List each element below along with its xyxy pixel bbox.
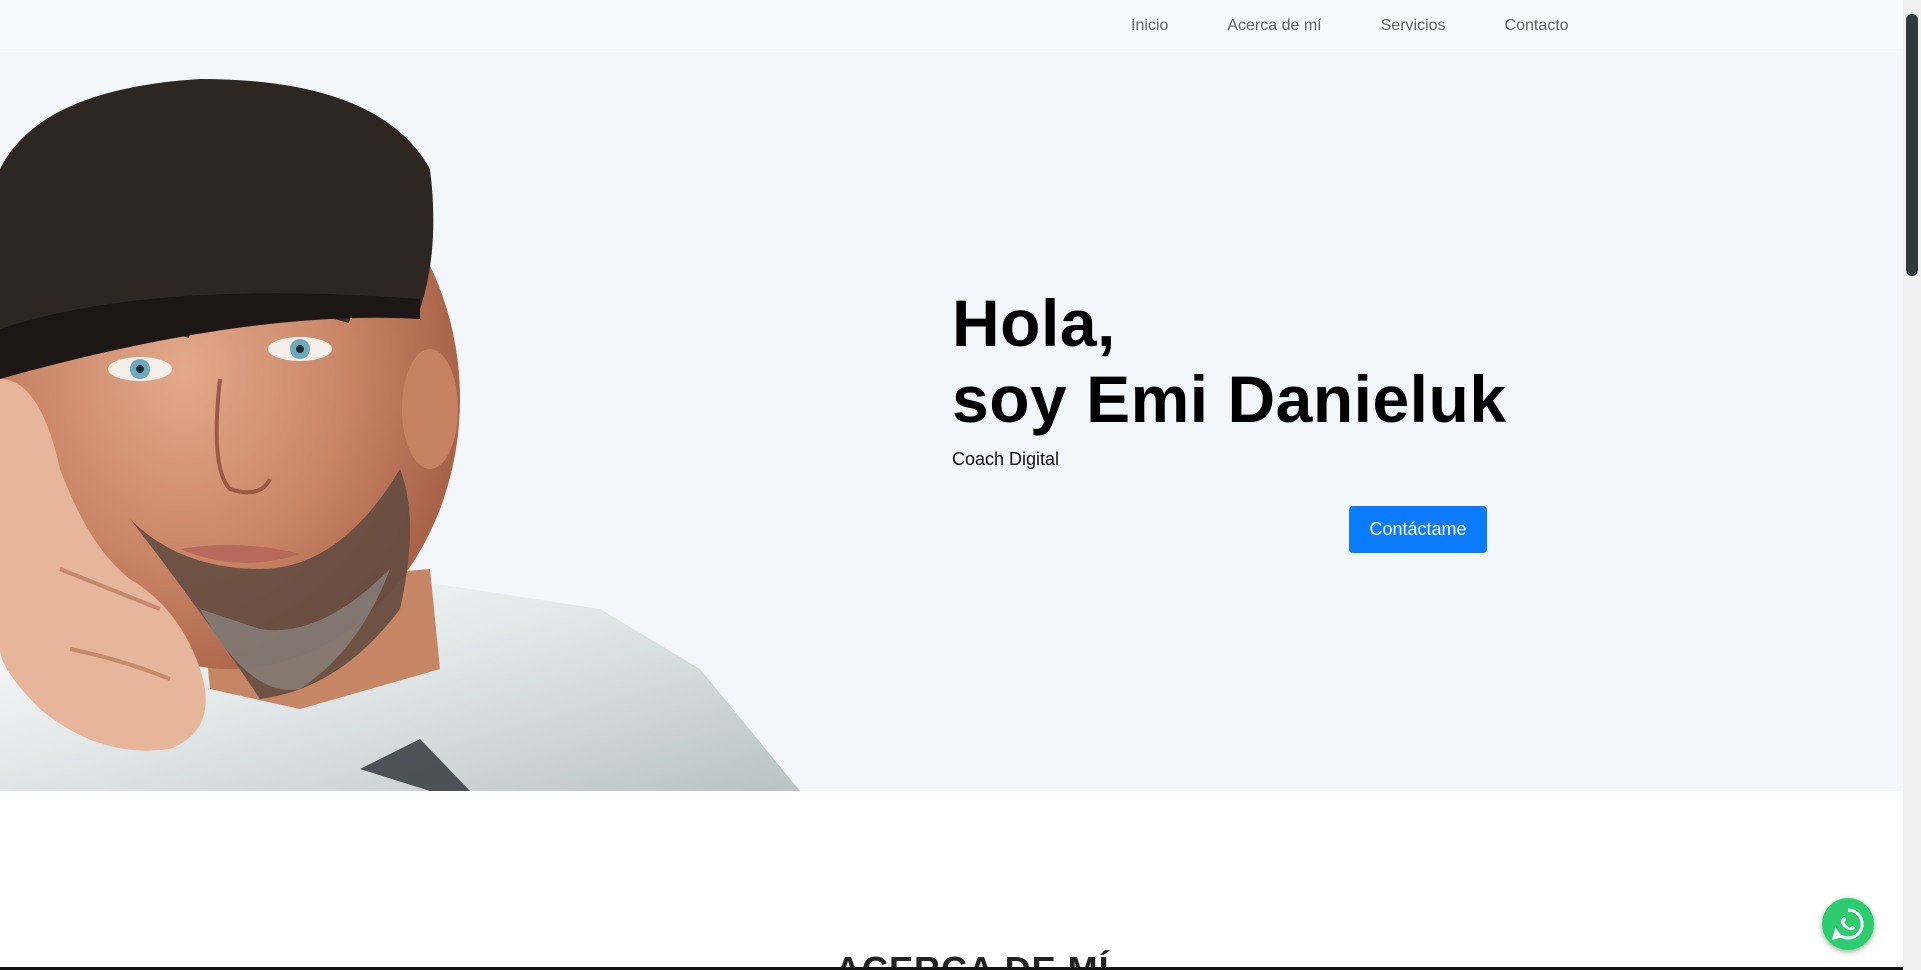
hero-greeting-line2: soy Emi Danieluk [952,362,1507,436]
nav-link-inicio[interactable]: Inicio [1131,17,1168,35]
hero-text: Hola, soy Emi Danieluk Coach Digital [952,285,1512,470]
hero-section: Hola, soy Emi Danieluk Coach Digital [0,49,1903,791]
about-section: ACERCA DE MÍ [0,791,1903,970]
page: Inicio Acerca de mí Servicios Contacto H… [0,0,1903,970]
hero-subtitle: Coach Digital [952,449,1060,469]
portrait-image [0,79,800,791]
whatsapp-button[interactable] [1822,898,1874,950]
page-scrollbar[interactable] [1903,0,1921,970]
nav-link-contacto[interactable]: Contacto [1505,17,1569,35]
nav-link-servicios[interactable]: Servicios [1381,17,1446,35]
whatsapp-icon [1822,898,1874,950]
nav-links: Inicio Acerca de mí Servicios Contacto [1131,17,1569,35]
scrollbar-thumb[interactable] [1906,14,1918,276]
contact-button[interactable]: Contáctame [1349,506,1487,553]
navbar: Inicio Acerca de mí Servicios Contacto [0,0,1903,49]
nav-link-acerca[interactable]: Acerca de mí [1227,17,1321,35]
hero-greeting-line1: Hola, [952,286,1116,360]
